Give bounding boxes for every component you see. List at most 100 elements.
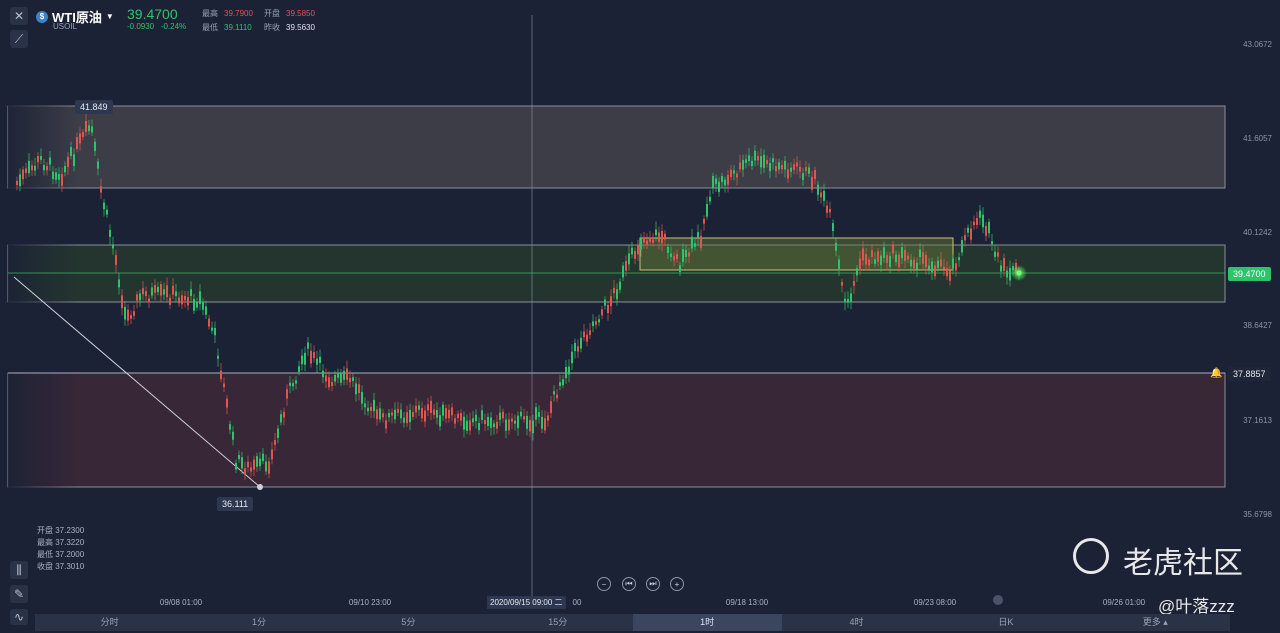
candle-body — [619, 281, 621, 290]
candle-body — [523, 416, 525, 420]
candle-body — [628, 253, 630, 265]
candle-body — [655, 229, 657, 236]
candle-body — [328, 377, 330, 388]
candle-body — [586, 334, 588, 342]
tab-1min[interactable]: 1分 — [184, 614, 333, 631]
zoom-in-icon[interactable]: + — [670, 577, 684, 591]
pen-icon[interactable]: ✎ — [10, 585, 28, 603]
candle-body — [220, 370, 222, 380]
resistance-zone — [7, 105, 1226, 189]
indicator-icon[interactable]: ⫼ — [10, 561, 28, 579]
candle-body — [280, 414, 282, 423]
tab-timeshare[interactable]: 分时 — [35, 614, 184, 631]
candle-body — [901, 247, 903, 259]
bell-icon[interactable]: 🔔 — [1210, 368, 1222, 379]
candle-body — [433, 409, 435, 415]
candle-body — [613, 287, 615, 294]
line-chart-icon[interactable]: ∿ — [10, 609, 28, 625]
candle-body — [127, 309, 129, 321]
tab-5min[interactable]: 5分 — [334, 614, 483, 631]
candle-body — [310, 350, 312, 364]
candle-body — [487, 416, 489, 426]
candle-body — [412, 412, 414, 417]
candle-body — [715, 178, 717, 185]
candle-body — [481, 410, 483, 420]
candle-body — [502, 411, 504, 419]
candle-body — [79, 133, 81, 144]
candle-body — [640, 238, 642, 250]
candle-body — [103, 202, 105, 210]
alert-price-tag: 37.8857 — [1228, 367, 1271, 381]
candle-body — [403, 417, 405, 423]
candle-body — [622, 265, 624, 278]
candle-body — [493, 423, 495, 428]
candle-body — [646, 240, 648, 245]
candle-body — [580, 337, 582, 349]
candle-body — [997, 252, 999, 257]
candle-body — [460, 413, 462, 421]
candle-body — [526, 415, 528, 429]
candle-body — [898, 254, 900, 267]
candle-body — [286, 389, 288, 399]
zoom-out-icon[interactable]: − — [597, 577, 611, 591]
candle-body — [964, 235, 966, 241]
candle-body — [631, 247, 633, 255]
candle-body — [928, 265, 930, 270]
candle-body — [1000, 265, 1002, 272]
candle-body — [457, 413, 459, 419]
candle-body — [568, 366, 570, 375]
candle-body — [304, 352, 306, 365]
tab-1hour[interactable]: 1时 — [632, 614, 782, 631]
candle-body — [313, 352, 315, 359]
candle-body — [817, 184, 819, 195]
candle-body — [847, 299, 849, 303]
candle-body — [382, 413, 384, 418]
candle-body — [961, 240, 963, 253]
candle-body — [85, 120, 87, 133]
candle-body — [955, 263, 957, 271]
candle-body — [841, 282, 843, 286]
x-axis-label: 00 — [572, 598, 582, 607]
candle-body — [799, 166, 801, 172]
candle-body — [538, 412, 540, 417]
candle-body — [475, 414, 477, 422]
candle-body — [520, 411, 522, 417]
last-price: 39.4700 — [127, 6, 178, 22]
candle-body — [643, 237, 645, 243]
tab-more[interactable]: 更多 ▴ — [1081, 614, 1230, 631]
reset-view-icon[interactable] — [993, 595, 1003, 605]
candle-body — [751, 160, 753, 167]
skip-forward-icon[interactable]: ⏭ — [646, 577, 660, 591]
candle-body — [691, 236, 693, 249]
candle-body — [34, 165, 36, 171]
candle-body — [25, 168, 27, 174]
candle-body — [409, 409, 411, 423]
candle-body — [121, 295, 123, 309]
candle-body — [541, 416, 543, 429]
candle-body — [814, 170, 816, 179]
tab-4hour[interactable]: 4时 — [782, 614, 931, 631]
tab-15min[interactable]: 15分 — [483, 614, 632, 631]
candle-body — [958, 257, 960, 261]
candle-body — [421, 407, 423, 419]
candle-body — [322, 370, 324, 378]
candle-body — [670, 253, 672, 257]
candle-body — [163, 289, 165, 295]
candle-body — [58, 174, 60, 180]
candle-body — [1009, 267, 1011, 281]
candle-body — [439, 415, 441, 427]
candle-body — [91, 126, 93, 133]
skip-back-icon[interactable]: ⏮ — [622, 577, 636, 591]
candle-body — [829, 208, 831, 213]
draw-tool-icon[interactable]: ⟋ — [10, 30, 28, 48]
candle-body — [886, 255, 888, 263]
candle-body — [442, 404, 444, 416]
close-icon[interactable]: ✕ — [10, 7, 28, 25]
candle-body — [388, 413, 390, 418]
instrument-symbol: USOIL — [53, 22, 78, 31]
candle-body — [508, 419, 510, 431]
candle-body — [772, 158, 774, 163]
tab-daily[interactable]: 日K — [931, 614, 1080, 631]
price-chart[interactable] — [0, 0, 1280, 612]
candle-body — [733, 170, 735, 174]
